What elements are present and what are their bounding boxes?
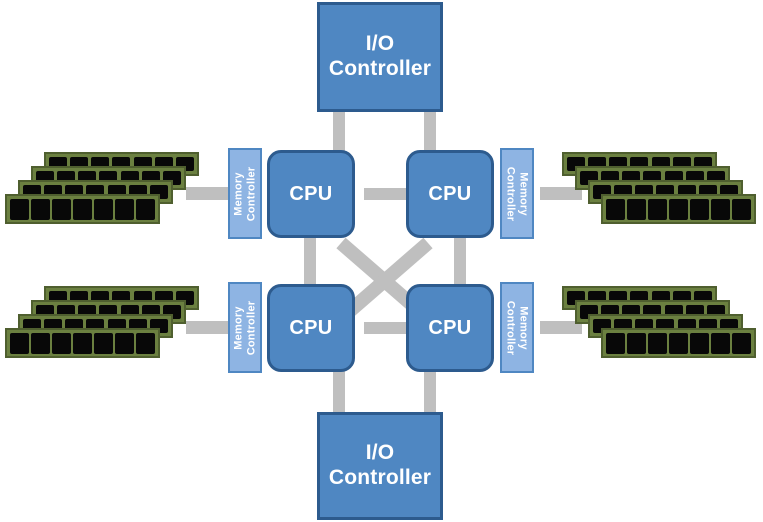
dimm-chip [115, 332, 134, 354]
io-controller-top[interactable]: I/O Controller [317, 2, 443, 112]
dimm-chip [669, 198, 688, 220]
io-controller-top-label-line2: Controller [328, 57, 432, 80]
dimm-chip [73, 198, 92, 220]
dimm-stack-bottom-right[interactable] [562, 286, 762, 376]
io-controller-bottom[interactable]: I/O Controller [317, 412, 443, 520]
memory-controller-bottom-left[interactable]: Memory Controller [228, 282, 262, 373]
dimm-chip [73, 332, 92, 354]
dimm-module [601, 194, 756, 224]
dimm-chip [648, 198, 667, 220]
memory-controller-top-right[interactable]: Memory Controller [500, 148, 534, 239]
dimm-chip [136, 198, 155, 220]
dimm-chip [711, 198, 730, 220]
link-io-bottom-to-cpu-bottom-left [333, 366, 345, 412]
io-controller-bottom-label-line1: I/O [365, 441, 395, 465]
link-cpu-top-left-to-cpu-top-right [364, 188, 406, 200]
cpu-bottom-right[interactable]: CPU [406, 284, 494, 372]
dimm-stack-top-left[interactable] [5, 152, 205, 242]
cpu-bottom-left-label: CPU [289, 316, 333, 339]
cpu-top-left[interactable]: CPU [267, 150, 355, 238]
dimm-chip [690, 198, 709, 220]
link-cpu-bottom-left-to-cpu-bottom-right [364, 322, 406, 334]
dimm-chip [669, 332, 688, 354]
dimm-module [5, 194, 160, 224]
numa-topology-diagram: I/O Controller I/O Controller Memory Con… [0, 0, 763, 522]
dimm-module [5, 328, 160, 358]
cpu-top-right[interactable]: CPU [406, 150, 494, 238]
memory-controller-top-left-label: Memory Controller [232, 166, 257, 221]
cpu-bottom-left[interactable]: CPU [267, 284, 355, 372]
dimm-chip [94, 332, 113, 354]
dimm-chip [627, 198, 646, 220]
dimm-chip [648, 332, 667, 354]
dimm-chip [10, 332, 29, 354]
io-controller-bottom-label-line2: Controller [328, 466, 432, 489]
cpu-bottom-right-label: CPU [428, 316, 472, 339]
dimm-chip [52, 198, 71, 220]
dimm-chip [732, 332, 751, 354]
memory-controller-bottom-right-label: Memory Controller [505, 300, 530, 355]
dimm-chip [10, 198, 29, 220]
memory-controller-bottom-left-label: Memory Controller [232, 300, 257, 355]
dimm-chip [606, 332, 625, 354]
dimm-chip [627, 332, 646, 354]
dimm-chip [136, 332, 155, 354]
dimm-chip [732, 198, 751, 220]
io-controller-top-label-line1: I/O [365, 32, 395, 56]
link-cpu-top-right-to-cpu-bottom-right [454, 232, 466, 290]
dimm-chip [606, 198, 625, 220]
dimm-chip [31, 198, 50, 220]
link-cpu-top-left-to-cpu-bottom-left [304, 232, 316, 290]
dimm-chip [690, 332, 709, 354]
memory-controller-top-left[interactable]: Memory Controller [228, 148, 262, 239]
link-io-bottom-to-cpu-bottom-right [424, 366, 436, 412]
dimm-module [601, 328, 756, 358]
dimm-stack-top-right[interactable] [562, 152, 762, 242]
dimm-chip [115, 198, 134, 220]
dimm-chip [94, 198, 113, 220]
dimm-chip [31, 332, 50, 354]
cpu-top-left-label: CPU [289, 182, 333, 205]
dimm-chip [711, 332, 730, 354]
memory-controller-top-right-label: Memory Controller [505, 166, 530, 221]
dimm-chip [52, 332, 71, 354]
memory-controller-bottom-right[interactable]: Memory Controller [500, 282, 534, 373]
cpu-top-right-label: CPU [428, 182, 472, 205]
dimm-stack-bottom-left[interactable] [5, 286, 205, 376]
